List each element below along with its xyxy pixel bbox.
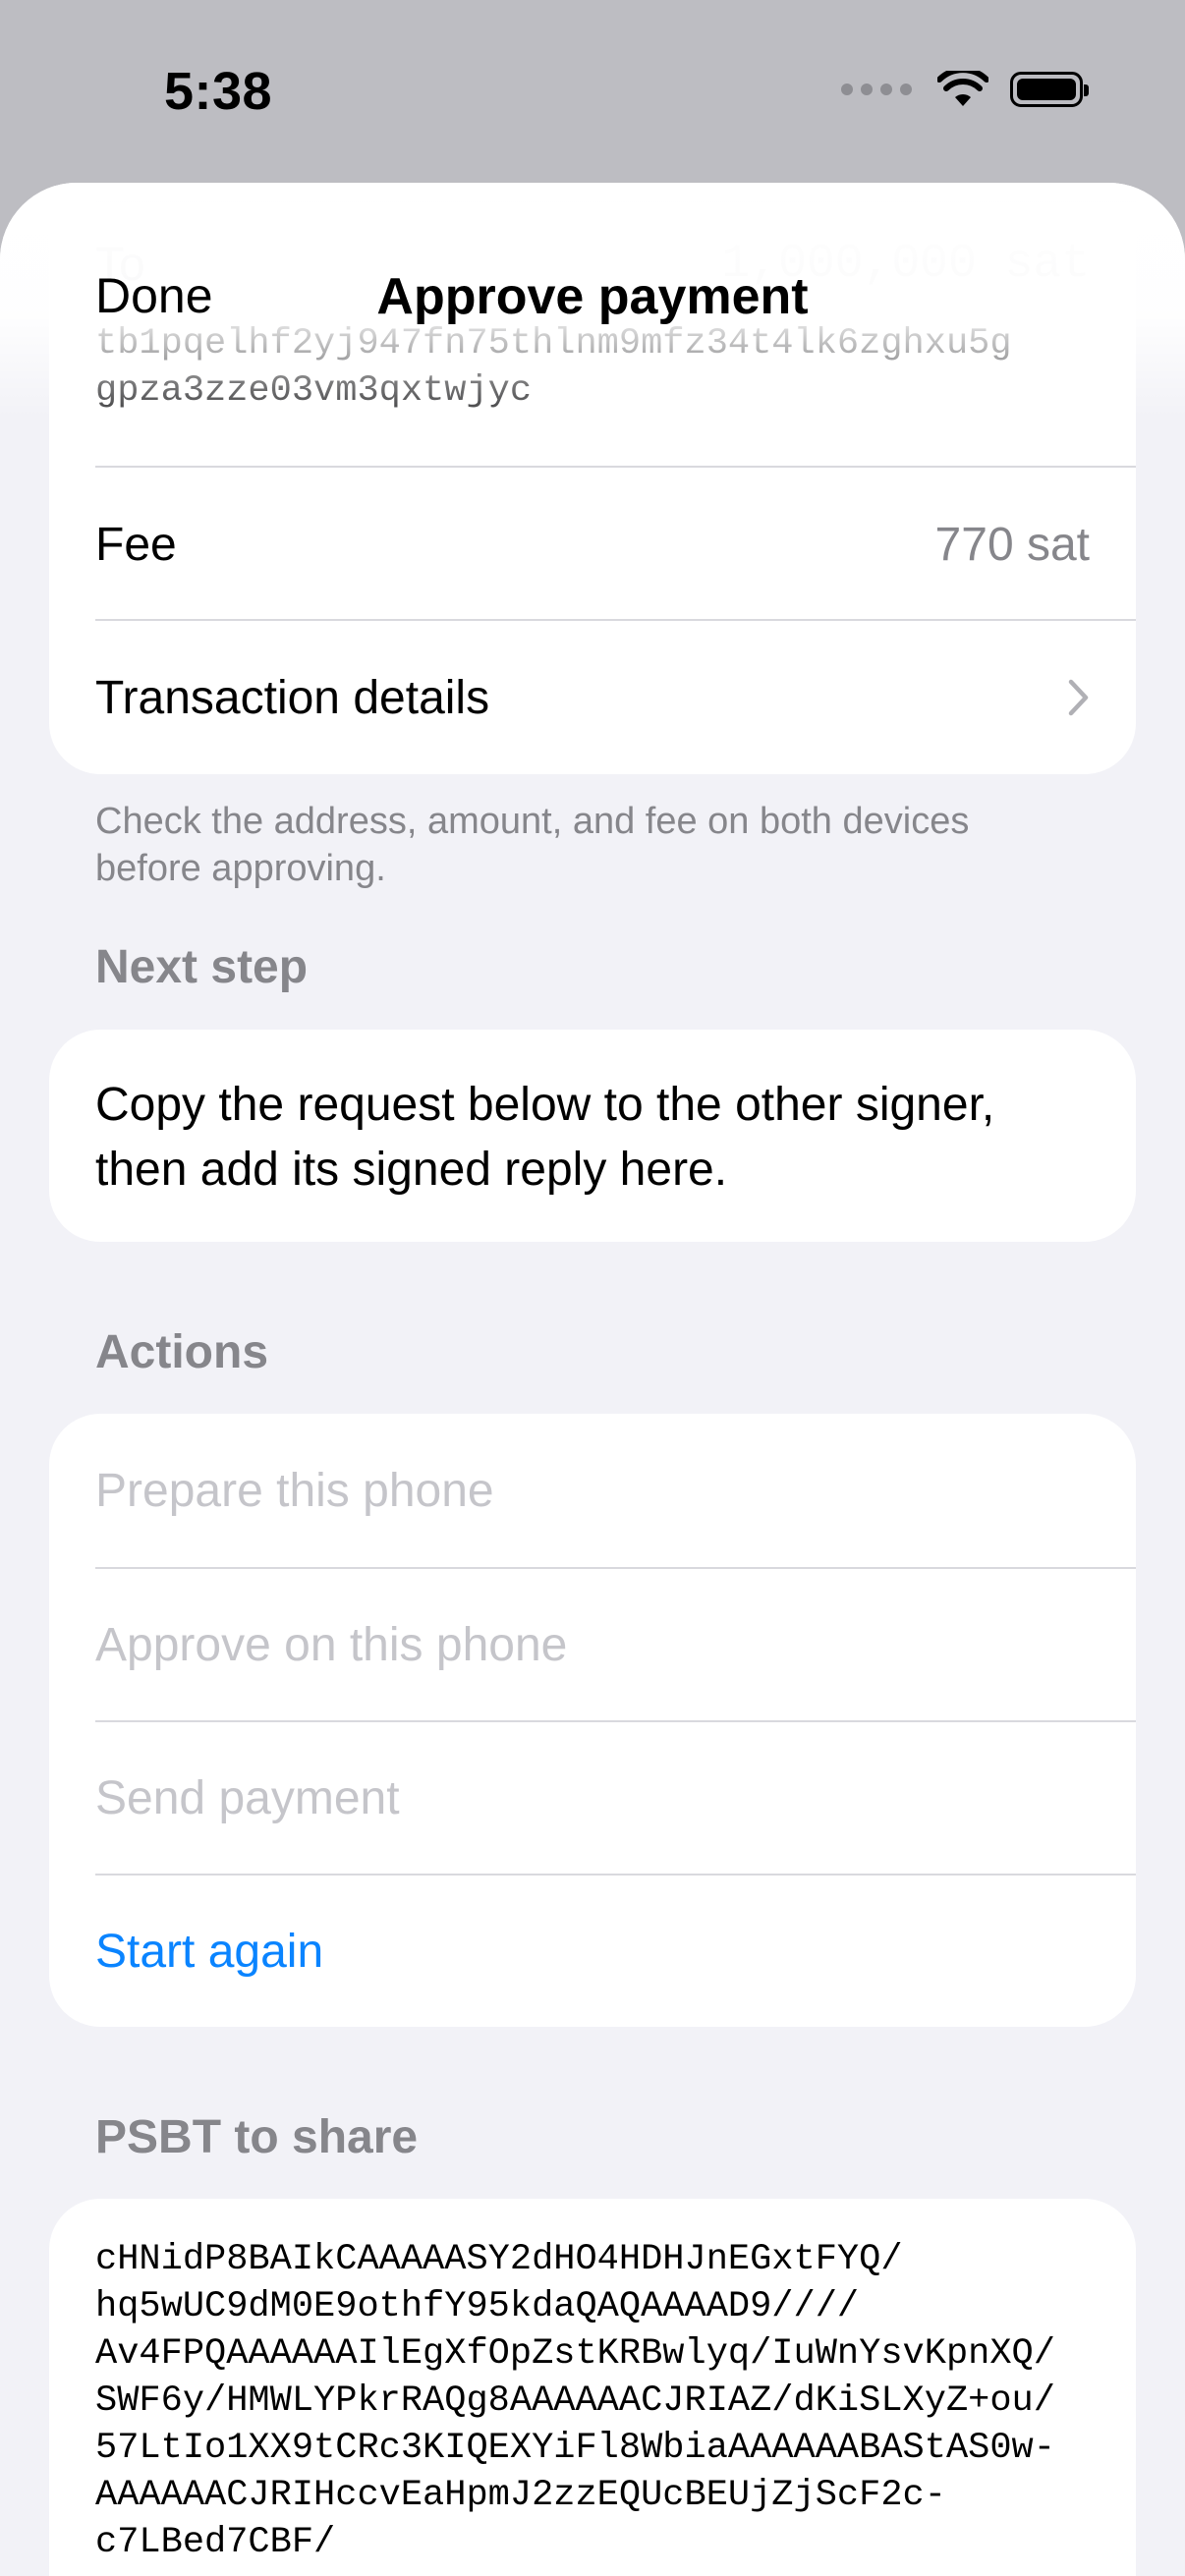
next-step-header: Next step: [95, 941, 309, 993]
psbt-line: 57LtIo1XX9tCRc3KIQEXYiFl8WbiaAAAAAABAStA…: [95, 2428, 1055, 2469]
psbt-header: PSBT to share: [95, 2111, 419, 2163]
psbt-line: Av4FPQAAAAAAIlEgXfOpZstKRBwlyq/IuWnYsvKp…: [95, 2333, 1055, 2375]
battery-icon: [1010, 72, 1089, 107]
status-bar: 5:38: [0, 0, 1185, 187]
cellular-signal-icon: [841, 84, 912, 95]
summary-footer-note: Check the address, amount, and fee on bo…: [95, 801, 970, 889]
done-button[interactable]: Done: [95, 267, 213, 324]
status-icons: [841, 71, 1089, 108]
next-step-card: Copy the request below to the other sign…: [49, 1030, 1136, 1242]
address-line: gpza3zze03vm3qxtwjyc: [95, 370, 533, 412]
psbt-line: hq5wUC9dM0E9othfY95kdaQAQAAAAD9////: [95, 2286, 860, 2327]
wifi-icon: [937, 71, 988, 106]
status-time: 5:38: [164, 62, 273, 121]
psbt-line: c7LBed7CBF/: [95, 2522, 336, 2563]
actions-card: Prepare this phone Approve on this phone…: [49, 1414, 1136, 2027]
transaction-details-label: Transaction details: [95, 671, 490, 724]
psbt-line: AAAAAACJRIHccvEaHpmJ2zzEQUcBEUjZjScF2c-: [95, 2475, 946, 2516]
actions-header: Actions: [95, 1326, 269, 1378]
psbt-line: cHNidP8BAIkCAAAAASY2dHO4HDHJnEGxtFYQ/: [95, 2239, 903, 2280]
next-step-text: Copy the request below to the other sign…: [95, 1079, 995, 1196]
chevron-right-icon: [1068, 679, 1089, 716]
transaction-details-row[interactable]: Transaction details: [95, 621, 1090, 774]
psbt-card[interactable]: cHNidP8BAIkCAAAAASY2dHO4HDHJnEGxtFYQ/ hq…: [49, 2199, 1136, 2576]
recipient-address: tb1pqelhf2yj947fn75thlnm9mfz34t4lk6zghxu…: [95, 320, 1012, 415]
fee-value: 770 sat: [934, 518, 1090, 571]
row-separator: [95, 200, 1136, 202]
send-payment-button[interactable]: Send payment: [95, 1721, 1090, 1875]
address-line: tb1pqelhf2yj947fn75thlnm9mfz34t4lk6zghxu…: [95, 323, 1012, 364]
prepare-this-phone-button[interactable]: Prepare this phone: [95, 1414, 1090, 1567]
start-again-button[interactable]: Start again: [95, 1875, 1090, 2028]
approve-on-this-phone-button[interactable]: Approve on this phone: [95, 1568, 1090, 1721]
approve-payment-sheet: To 1,000,000 sat tb1pqelhf2yj947fn75thln…: [0, 183, 1185, 2576]
psbt-text[interactable]: cHNidP8BAIkCAAAAASY2dHO4HDHJnEGxtFYQ/ hq…: [95, 2236, 1055, 2566]
psbt-line: SWF6y/HMWLYPkrRAQg8AAAAAACJRIAZ/dKiSLXyZ…: [95, 2380, 1055, 2422]
fee-label: Fee: [95, 518, 177, 571]
fee-row: Fee 770 sat: [95, 468, 1090, 621]
